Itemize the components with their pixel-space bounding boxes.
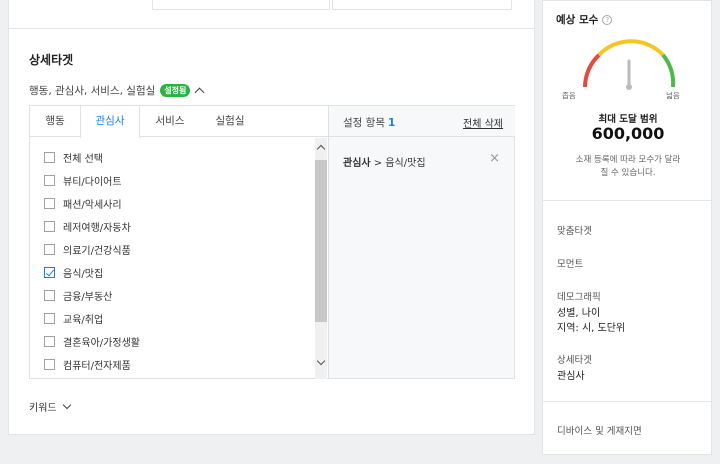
- checkbox[interactable]: [44, 313, 55, 324]
- gauge-arc-red: [583, 53, 601, 88]
- divider: [543, 401, 711, 402]
- category-list: 전체 선택 뷰티/다이어트 패션/악세사리 레저여행/자동차 의료기/건강식품 …: [30, 138, 328, 379]
- scroll-down-icon[interactable]: [316, 356, 326, 366]
- detail-target-label: 상세타겟: [557, 355, 592, 366]
- chevron-down-icon[interactable]: [62, 400, 71, 409]
- selected-item-category: 관심사: [343, 158, 371, 169]
- category-tabs: 행동 관심사 서비스 실험실: [30, 106, 328, 138]
- selected-item: 관심사 > 음식/맛집: [343, 154, 426, 169]
- section-title: 상세타겟: [29, 53, 74, 67]
- list-item-label: 전체 선택: [63, 154, 103, 165]
- checkbox-checked[interactable]: [44, 267, 55, 278]
- list-item[interactable]: 교육/취업: [44, 311, 103, 326]
- checkbox[interactable]: [44, 175, 55, 186]
- detail-summary-toggle[interactable]: 행동, 관심사, 서비스, 실험실 설정됨: [29, 83, 205, 98]
- selected-item-value: 음식/맛집: [385, 158, 426, 169]
- demographic-label: 데모그래픽: [557, 292, 601, 303]
- list-item[interactable]: 전체 선택: [44, 150, 103, 165]
- reach-note: 소재 등록에 따라 모수가 달라질 수 있습니다.: [575, 155, 681, 178]
- checkbox[interactable]: [44, 152, 55, 163]
- checkbox[interactable]: [44, 198, 55, 209]
- previous-box-right: [332, 0, 512, 10]
- keyword-label: 키워드: [29, 403, 57, 414]
- gauge-wide-label: 넓음: [666, 91, 680, 100]
- list-item[interactable]: 결혼육아/가정생활: [44, 334, 140, 349]
- reach-gauge: [583, 39, 676, 90]
- list-item[interactable]: 의료기/건강식품: [44, 242, 131, 257]
- list-item[interactable]: 금융/부동산: [44, 288, 112, 303]
- max-reach-value: 600,000: [591, 124, 665, 143]
- status-badge: 설정됨: [160, 84, 191, 97]
- checkbox[interactable]: [44, 336, 55, 347]
- selected-items-header: 설정 항목 1 전체 삭제: [329, 106, 515, 137]
- help-icon[interactable]: ?: [602, 14, 613, 25]
- list-item[interactable]: 패션/악세사리: [44, 196, 122, 211]
- max-reach-label: 최대 도달 범위: [598, 114, 658, 125]
- gauge-arc-yellow: [597, 39, 665, 57]
- divider: [543, 200, 711, 201]
- close-icon[interactable]: ×: [489, 151, 500, 166]
- tab-interest[interactable]: 관심사: [80, 106, 140, 138]
- estimate-summary-card: 예상 모수 ? 좁음 넓음 최대 도달 범위 600,000 소재 등록에 따라…: [542, 0, 712, 455]
- list-item[interactable]: 뷰티/다이어트: [44, 173, 122, 188]
- tab-behavior[interactable]: 행동: [30, 106, 80, 137]
- list-item[interactable]: 컴퓨터/전자제품: [44, 357, 131, 372]
- scroll-thumb[interactable]: [315, 160, 327, 322]
- checkbox[interactable]: [44, 221, 55, 232]
- list-item-label: 레저여행/자동차: [63, 223, 131, 234]
- estimate-title: 예상 모수 ?: [556, 12, 613, 27]
- checkbox[interactable]: [44, 290, 55, 301]
- demographic-value-gender-age: 성별, 나이: [557, 308, 601, 319]
- detail-target-value: 관심사: [557, 371, 585, 382]
- selected-items-title: 설정 항목 1: [343, 115, 395, 130]
- list-item-label: 결혼육아/가정생활: [63, 338, 140, 349]
- selected-items-panel: 설정 항목 1 전체 삭제 관심사 > 음식/맛집 ×: [328, 106, 515, 378]
- detail-summary-text: 행동, 관심사, 서비스, 실험실: [29, 85, 156, 97]
- selected-item-separator: >: [370, 158, 386, 169]
- selected-title-text: 설정 항목: [343, 117, 385, 129]
- list-item-label: 패션/악세사리: [63, 200, 122, 211]
- list-item-label: 뷰티/다이어트: [63, 177, 122, 188]
- clear-all-link[interactable]: 전체 삭제: [463, 115, 503, 130]
- previous-box-left: [152, 0, 330, 10]
- detail-target-card: 상세타겟 행동, 관심사, 서비스, 실험실 설정됨 행동 관심사 서비스 실험…: [8, 28, 535, 435]
- gauge-pivot: [626, 84, 632, 90]
- selected-count: 1: [387, 117, 396, 129]
- list-item[interactable]: 레저여행/자동차: [44, 219, 131, 234]
- target-selector-panel: 행동 관심사 서비스 실험실 전체 선택 뷰티/다이어트 패션/악세사리 레저여…: [29, 105, 515, 379]
- keyword-toggle[interactable]: 키워드: [29, 399, 71, 414]
- list-item-label: 금융/부동산: [63, 292, 113, 303]
- list-item-label: 컴퓨터/전자제품: [63, 361, 131, 372]
- category-scrollbar[interactable]: [315, 138, 327, 379]
- moment-label: 모먼트: [557, 259, 584, 270]
- previous-section-card: [8, 0, 535, 28]
- tab-service[interactable]: 서비스: [140, 106, 200, 137]
- list-item-label: 교육/취업: [63, 315, 104, 326]
- demographic-value-region: 지역: 시, 도단위: [557, 323, 626, 334]
- gauge-narrow-label: 좁음: [562, 91, 576, 100]
- scroll-up-icon[interactable]: [316, 144, 326, 154]
- custom-target-label: 맞춤타겟: [557, 226, 592, 237]
- checkbox[interactable]: [44, 244, 55, 255]
- checkbox[interactable]: [44, 359, 55, 370]
- estimate-title-text: 예상 모수: [556, 14, 599, 26]
- list-item-label: 음식/맛집: [63, 269, 104, 280]
- chevron-up-icon[interactable]: [194, 87, 205, 98]
- gauge-arc-green: [661, 53, 676, 88]
- device-placement-label: 디바이스 및 게재지면: [557, 426, 642, 437]
- list-item[interactable]: 음식/맛집: [44, 265, 103, 280]
- tab-lab[interactable]: 실험실: [200, 106, 260, 137]
- list-item-label: 의료기/건강식품: [63, 246, 131, 257]
